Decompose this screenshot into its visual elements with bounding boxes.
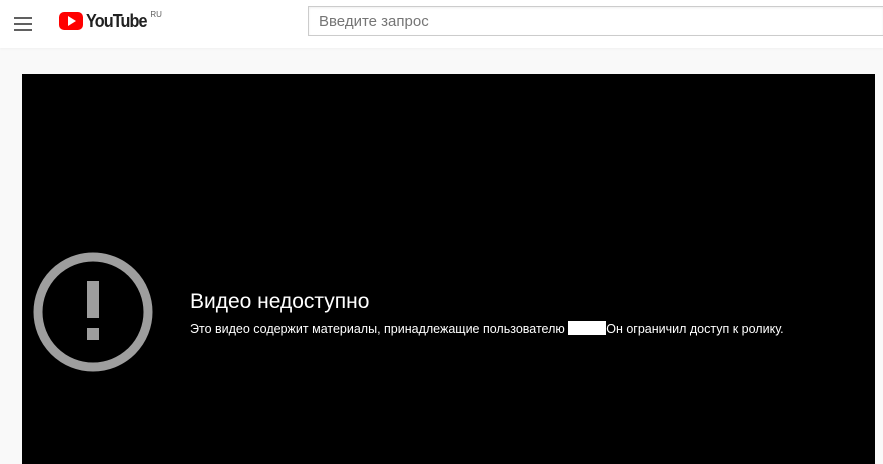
error-message-text: Это видео содержит материалы, принадлежа… [190,322,569,336]
exclamation-circle-icon [33,252,153,372]
logo-wordmark: YouTube [86,11,147,31]
hamburger-menu-icon[interactable] [12,12,36,36]
error-title: Видео недоступно [190,290,370,313]
search-input[interactable] [309,7,883,35]
youtube-logo[interactable]: YouTube RU [59,9,162,35]
video-player[interactable]: Видео недоступно Это видео содержит мате… [22,74,875,464]
masthead: YouTube RU [0,0,883,48]
error-message-text-end: Он ограничил доступ к ролику. [606,322,784,336]
logo-region-code: RU [150,10,162,19]
error-message: Это видео содержит материалы, принадлежа… [190,321,784,337]
search-box[interactable] [308,6,883,36]
redacted-username [568,321,607,335]
youtube-play-logo-icon [59,12,83,30]
